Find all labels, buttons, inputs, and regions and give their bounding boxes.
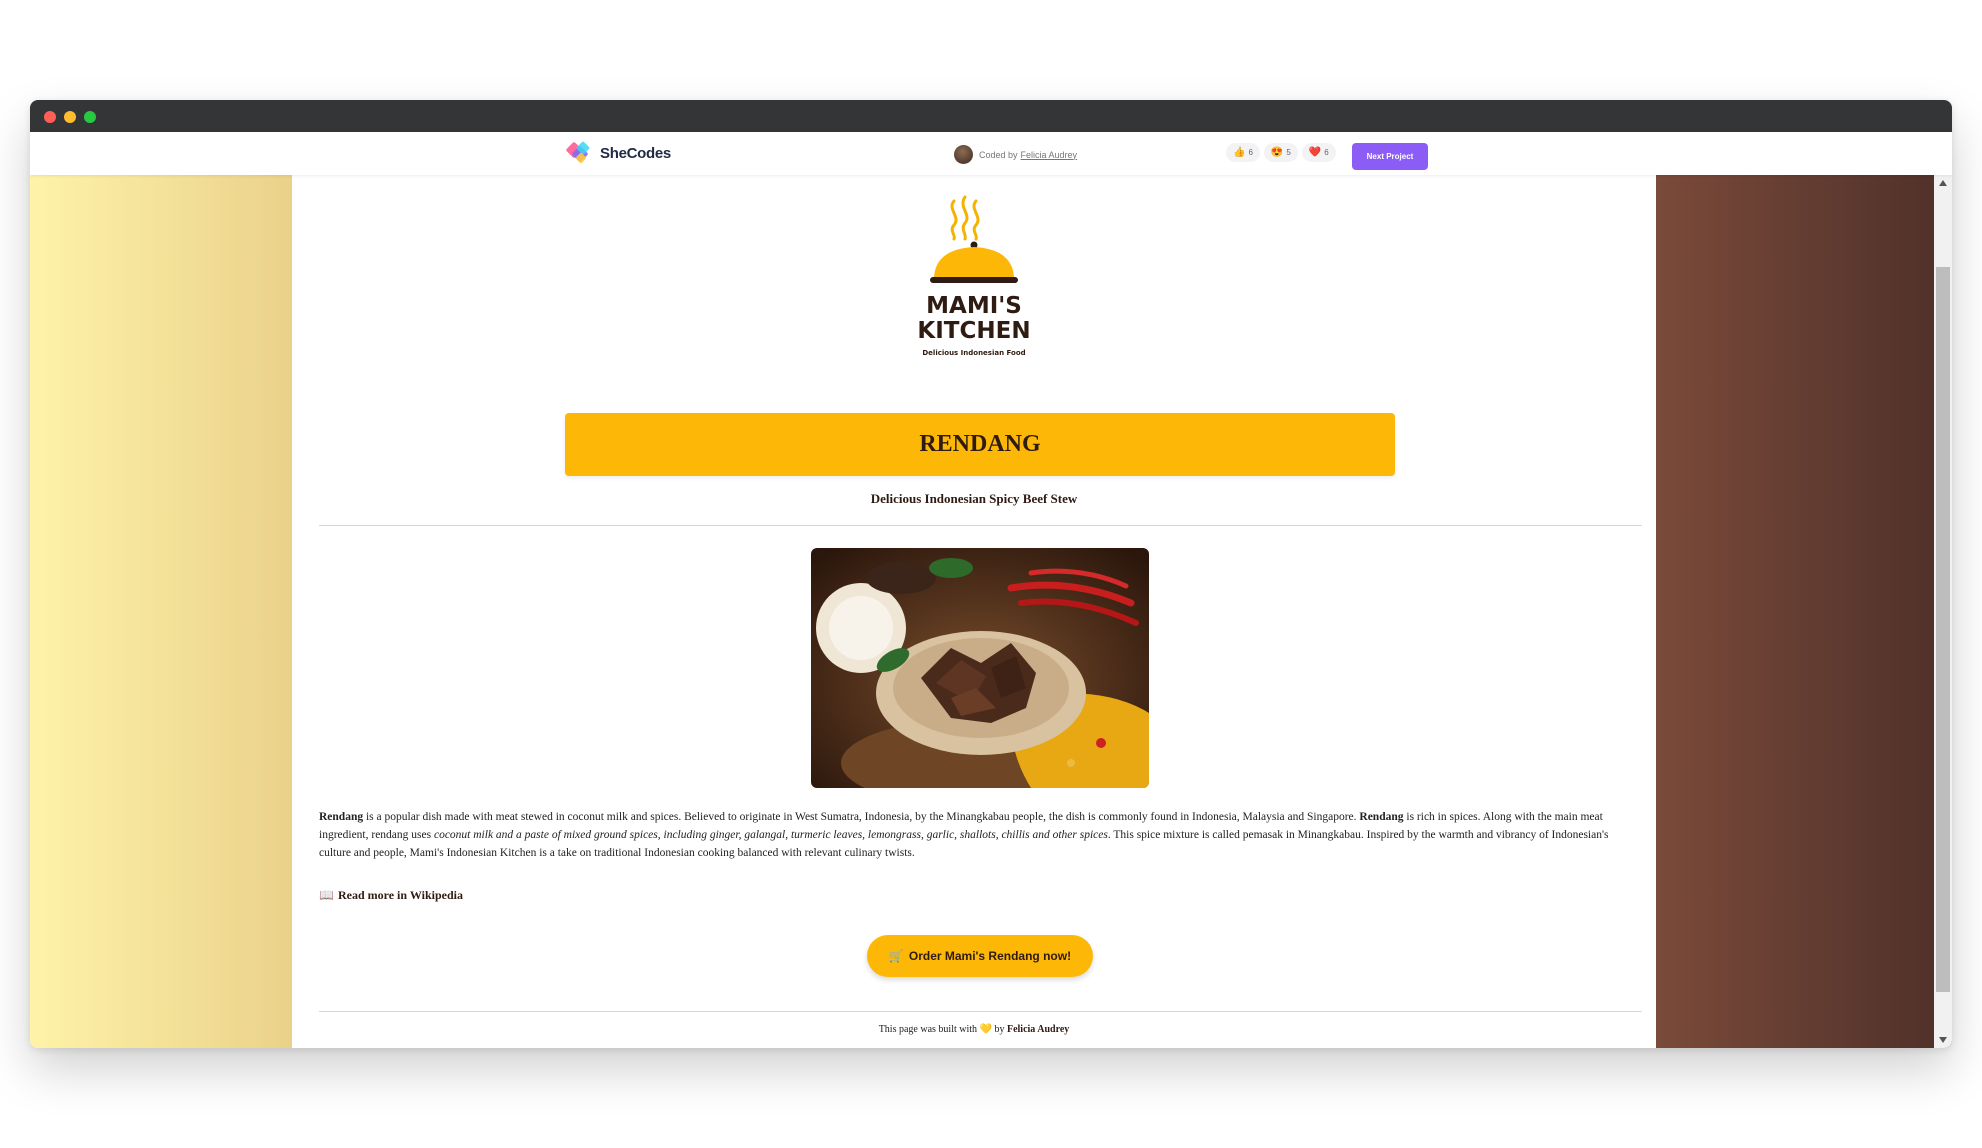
maximize-window-button[interactable] [84, 111, 96, 123]
desc-bold-1: Rendang [319, 811, 364, 823]
shecodes-logo-text: SheCodes [600, 144, 671, 162]
footer-by: by [994, 1024, 1005, 1035]
reaction-thumbs-up[interactable]: 👍 6 [1226, 143, 1260, 162]
reaction-heart[interactable]: ❤️ 6 [1301, 143, 1336, 162]
yellow-heart-icon: 💛 [979, 1024, 992, 1035]
reaction-count: 5 [1286, 148, 1291, 157]
logo-line1: MAMI'S [926, 293, 1022, 319]
reaction-count: 6 [1248, 148, 1253, 157]
reactions: 👍 6 😍 5 ❤️ 6 [1226, 143, 1340, 162]
scroll-up-arrow-icon[interactable] [1939, 180, 1947, 186]
wikipedia-link[interactable]: 📖 Read more in Wikipedia [319, 888, 463, 903]
thumbs-up-icon: 👍 [1233, 147, 1246, 158]
logo-line2: KITCHEN [917, 318, 1030, 344]
dish-subtitle: Delicious Indonesian Spicy Beef Stew [870, 491, 1078, 506]
heart-icon: ❤️ [1308, 147, 1322, 158]
shecodes-logo-icon [566, 141, 590, 163]
desc-text-1: is a popular dish made with meat stewed … [363, 811, 1360, 823]
coded-by-label: Coded by [979, 149, 1018, 160]
mamis-kitchen-logo: MAMI'S KITCHEN Delicious Indonesian Food [292, 193, 1656, 368]
cloche-logo-icon: MAMI'S KITCHEN Delicious Indonesian Food [917, 195, 1031, 357]
book-icon: 📖 [319, 888, 334, 902]
author-avatar [954, 145, 973, 164]
next-project-button[interactable]: Next Project [1352, 143, 1428, 170]
vertical-scrollbar[interactable] [1934, 175, 1952, 1048]
close-window-button[interactable] [44, 111, 56, 123]
page-viewport: MAMI'S KITCHEN Delicious Indonesian Food… [30, 175, 1952, 1048]
scroll-down-arrow-icon[interactable] [1939, 1037, 1947, 1043]
reaction-count: 6 [1324, 148, 1329, 157]
coded-by: Coded by Felicia Audrey [954, 145, 1077, 164]
footer-divider [319, 1011, 1642, 1012]
order-button-label: Order Mami's Rendang now! [908, 949, 1072, 963]
browser-window: SheCodes Coded by Felicia Audrey 👍 6 😍 5… [30, 100, 1952, 1048]
shecodes-topbar: SheCodes Coded by Felicia Audrey 👍 6 😍 5… [30, 132, 1952, 175]
footer: This page was built with 💛 by Felicia Au… [292, 1024, 1656, 1035]
main-content: MAMI'S KITCHEN Delicious Indonesian Food… [292, 175, 1656, 1048]
dish-title-banner: RENDANG [565, 413, 1395, 476]
divider [319, 525, 1642, 526]
shecodes-logo[interactable]: SheCodes [565, 140, 671, 166]
dish-description: Rendang is a popular dish made with meat… [319, 808, 1642, 862]
order-button[interactable]: 🛒 Order Mami's Rendang now! [867, 935, 1093, 977]
desc-italic: coconut milk and a paste of mixed ground… [433, 829, 1108, 841]
rendang-photo [811, 548, 1149, 788]
wikipedia-link-label: Read more in Wikipedia [337, 888, 463, 902]
reaction-heart-eyes[interactable]: 😍 5 [1263, 143, 1298, 162]
author-link[interactable]: Felicia Audrey [1021, 150, 1078, 160]
logo-tagline: Delicious Indonesian Food [922, 349, 1025, 357]
footer-author: Felicia Audrey [1006, 1024, 1070, 1035]
window-titlebar [30, 100, 1952, 132]
footer-prefix: This page was built with [878, 1024, 978, 1035]
minimize-window-button[interactable] [64, 111, 76, 123]
shopping-cart-icon: 🛒 [888, 949, 904, 963]
heart-eyes-icon: 😍 [1270, 147, 1284, 158]
rendang-image [811, 548, 1149, 788]
desc-bold-2: Rendang [1359, 811, 1404, 823]
scroll-thumb[interactable] [1936, 267, 1950, 992]
